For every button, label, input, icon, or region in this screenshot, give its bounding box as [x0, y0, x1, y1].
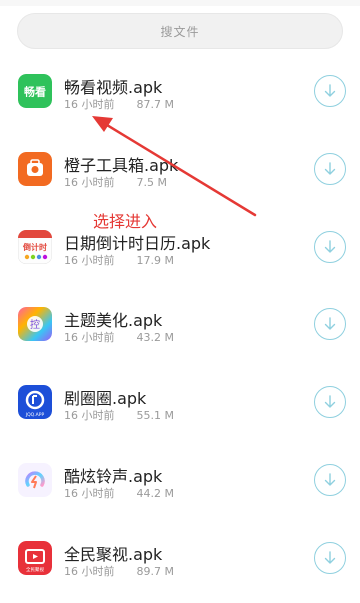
download-arrow-icon: [324, 317, 336, 331]
download-button[interactable]: [314, 75, 346, 107]
file-size: 87.7 M: [136, 98, 174, 111]
file-name: 日期倒计时日历.apk: [64, 233, 211, 253]
download-button[interactable]: [314, 230, 346, 263]
file-meta: 16 小时前 89.7 M: [64, 563, 174, 579]
file-size: 44.2 M: [136, 486, 174, 500]
file-time: 16 小时前: [64, 175, 115, 189]
file-name: 橙子工具箱.apk: [64, 155, 179, 175]
file-name: 剧圈圈.apk: [64, 389, 147, 409]
list-item[interactable]: 畅看 畅看视频.apk 16 小时前 87.7 M: [0, 58, 360, 136]
download-arrow-icon: [324, 395, 336, 408]
list-item[interactable]: 酷炫铃声.apk 16 小时前 44.2 M: [0, 447, 360, 525]
search-placeholder: 搜文件: [160, 24, 200, 39]
file-meta: 16 小时前 17.9 M: [64, 252, 174, 268]
top-divider: [0, 0, 360, 6]
file-list: 畅看 畅看视频.apk 16 小时前 87.7 M 橙子工具箱.apk 16 小时…: [0, 58, 360, 603]
file-time: 16 小时前: [64, 331, 115, 345]
download-arrow-icon: [324, 551, 336, 564]
search-bar[interactable]: 搜文件: [17, 13, 343, 49]
file-size: 55.1 M: [136, 409, 174, 423]
download-arrow-icon: [324, 239, 336, 253]
changkan-icon-text: 畅看: [24, 85, 46, 99]
file-time: 16 小时前: [64, 564, 115, 578]
list-item[interactable]: 橙子工具箱.apk 16 小时前 7.5 M: [0, 136, 360, 214]
file-meta: 16 小时前 43.2 M: [64, 329, 174, 345]
file-meta: 16 小时前 87.7 M: [64, 96, 174, 112]
chengzi-toolbox-icon: [18, 151, 52, 186]
file-time: 16 小时前: [64, 409, 115, 423]
list-item[interactable]: 控 主题美化.apk 16 小时前 43.2 M: [0, 291, 360, 369]
file-meta: 16 小时前 7.5 M: [64, 174, 167, 190]
download-button[interactable]: [314, 152, 346, 185]
file-size: 7.5 M: [136, 175, 167, 189]
annotation-text: 选择进入: [93, 212, 158, 231]
theme-icon-text: 控: [30, 318, 40, 331]
juquanquan-icon: JQQ.APP: [18, 385, 52, 420]
download-button[interactable]: [314, 308, 346, 341]
quanmin-icon-text: 全民聚视: [26, 566, 44, 573]
file-name: 酷炫铃声.apk: [64, 466, 163, 486]
file-name: 畅看视频.apk: [64, 78, 163, 97]
quanmin-jushi-icon: 全民聚视: [18, 540, 52, 575]
list-item[interactable]: JQQ.APP 剧圈圈.apk 16 小时前 55.1 M: [0, 369, 360, 447]
file-meta: 16 小时前 55.1 M: [64, 407, 174, 423]
cool-ringtone-icon: [18, 462, 52, 497]
calendar-icon-text: 倒计时: [22, 242, 47, 252]
file-size: 89.7 M: [136, 564, 174, 578]
download-button[interactable]: [314, 463, 346, 496]
download-arrow-icon: [324, 473, 336, 486]
list-item[interactable]: 倒计时 日期倒计时日历.apk 16 小时前 17.9 M: [0, 214, 360, 292]
file-name: 全民聚视.apk: [64, 544, 163, 564]
file-meta: 16 小时前 44.2 M: [64, 485, 174, 501]
download-button[interactable]: [314, 386, 346, 419]
file-time: 16 小时前: [64, 98, 115, 111]
download-button[interactable]: [314, 541, 346, 574]
file-size: 17.9 M: [136, 253, 174, 267]
list-item[interactable]: 全民聚视 全民聚视.apk 16 小时前 89.7 M: [0, 525, 360, 603]
file-time: 16 小时前: [64, 253, 115, 267]
countdown-calendar-icon: 倒计时: [18, 229, 52, 264]
download-arrow-icon: [324, 84, 336, 97]
jqq-icon-text: JQQ.APP: [25, 412, 45, 418]
file-name: 主题美化.apk: [64, 311, 163, 331]
changkan-app-icon: 畅看: [18, 74, 52, 108]
download-arrow-icon: [324, 162, 336, 175]
file-size: 43.2 M: [136, 331, 174, 345]
file-time: 16 小时前: [64, 486, 115, 500]
theme-beautify-icon: 控: [18, 307, 52, 342]
